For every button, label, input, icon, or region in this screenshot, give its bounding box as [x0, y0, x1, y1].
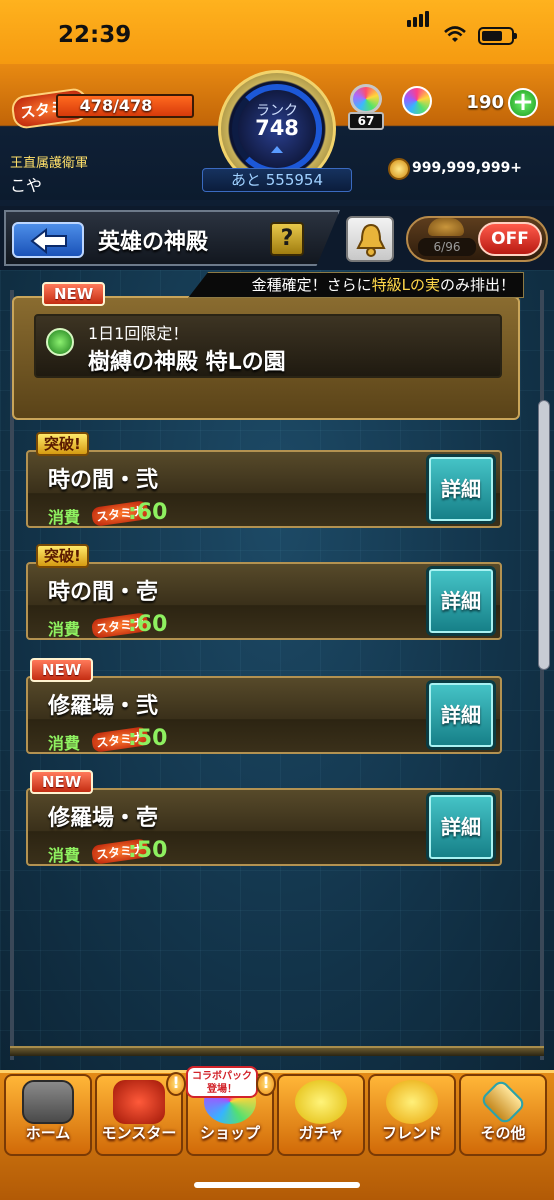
- rank-value: 748: [255, 116, 299, 140]
- detail-button[interactable]: 詳細: [426, 454, 496, 524]
- quest-tag: NEW: [30, 770, 94, 794]
- next-rank-exp: あと 555954: [202, 168, 352, 192]
- battery-icon: [478, 27, 517, 45]
- quest-name: 時の間・壱: [48, 580, 159, 605]
- team-name: 王直属護衛軍: [10, 156, 89, 171]
- featured-new-tag: NEW: [42, 282, 106, 306]
- gacha-egg-icon: [295, 1080, 347, 1124]
- status-bar: 22:39: [0, 0, 554, 64]
- tab-home-label: ホーム: [25, 1124, 71, 1142]
- orb-count: 190: [466, 92, 504, 113]
- banner-highlight: 特級Lの実: [371, 276, 440, 294]
- detail-button[interactable]: 詳細: [426, 792, 496, 862]
- tab-monster-label: モンスター: [101, 1124, 177, 1142]
- home-indicator[interactable]: [194, 1182, 360, 1188]
- collab-line1: コラボパック: [192, 1071, 252, 1082]
- quest-cost: :60: [128, 500, 168, 525]
- help-button[interactable]: ?: [270, 222, 304, 256]
- clock: 22:39: [58, 22, 132, 48]
- stamina-value: 478/478: [79, 96, 153, 115]
- frame-bottom: [10, 1046, 544, 1056]
- off-toggle-button[interactable]: OFF: [478, 222, 542, 256]
- player-name: こや: [10, 176, 43, 195]
- rank-up-arrow-icon: [271, 146, 283, 153]
- quest-cost: :60: [128, 612, 168, 637]
- quest-cost-label: 消費: [48, 508, 81, 527]
- auto-count: 6/96: [418, 238, 476, 256]
- quest-name: 時の間・弐: [48, 468, 159, 493]
- monster-icon: [113, 1080, 165, 1124]
- coin-value: 999,999,999+: [412, 160, 523, 176]
- friend-balloons-icon: [386, 1080, 438, 1124]
- quest-cost-label: 消費: [48, 846, 81, 865]
- page-title: 英雄の神殿: [98, 230, 209, 255]
- back-arrow-icon: [30, 228, 67, 254]
- quest-tag: NEW: [30, 658, 94, 682]
- wifi-icon: [444, 26, 466, 42]
- quest-name: 修羅場・壱: [48, 806, 159, 831]
- banner-prefix: 金種確定！さらに: [251, 276, 372, 294]
- quest-cost-label: 消費: [48, 620, 81, 639]
- collab-line2: 登場！: [207, 1084, 237, 1095]
- featured-banner: 金種確定！さらに特級Lの実のみ排出！: [188, 272, 524, 298]
- quest-cost: :50: [128, 838, 168, 863]
- quest-tag: 突破!: [36, 432, 89, 456]
- featured-subtitle: 1日1回限定！: [88, 324, 189, 343]
- gem-count: 67: [348, 112, 384, 130]
- coin-icon: [388, 158, 410, 180]
- featured-title: 樹縛の神殿 特Lの園: [88, 350, 286, 375]
- wood-element-icon: [46, 328, 74, 356]
- tab-shop-label: ショップ: [199, 1124, 260, 1142]
- back-button[interactable]: [12, 222, 84, 258]
- quest-cost-label: 消費: [48, 734, 81, 753]
- tab-friend-label: フレンド: [381, 1124, 442, 1142]
- bell-icon: [356, 223, 386, 257]
- detail-button[interactable]: 詳細: [426, 680, 496, 750]
- quest-name: 修羅場・弐: [48, 694, 159, 719]
- quest-tag: 突破!: [36, 544, 89, 568]
- collab-pack-bubble: コラボパック 登場！: [186, 1066, 258, 1098]
- tab-other-label: その他: [480, 1124, 526, 1142]
- turtle-shell-icon: [428, 218, 464, 236]
- tab-gacha-label: ガチャ: [298, 1124, 344, 1142]
- bell-button[interactable]: [346, 216, 394, 262]
- detail-button[interactable]: 詳細: [426, 566, 496, 636]
- home-icon: [22, 1080, 74, 1124]
- buy-orb-button[interactable]: +: [508, 88, 538, 118]
- quest-cost: :50: [128, 726, 168, 751]
- scrollbar[interactable]: [538, 400, 550, 670]
- alert-badge-icon: !: [256, 1072, 276, 1096]
- alert-badge-icon: !: [166, 1072, 186, 1096]
- orb-icon: [402, 86, 432, 116]
- banner-suffix: のみ排出！: [439, 276, 515, 294]
